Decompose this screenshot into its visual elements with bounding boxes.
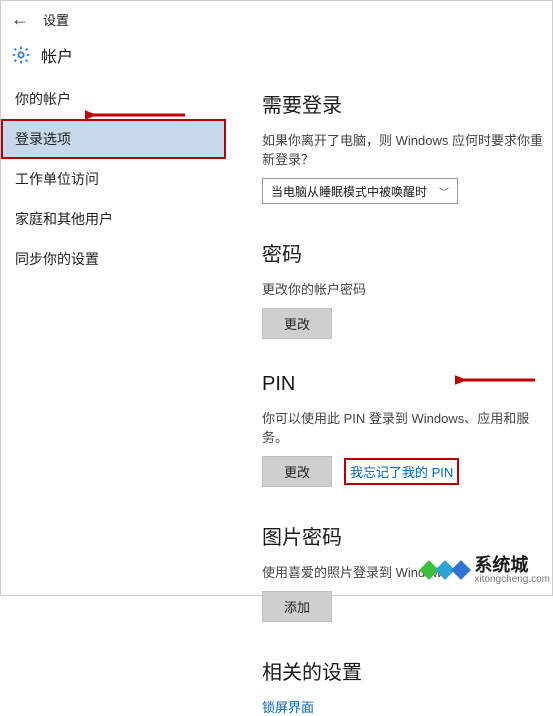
- sidebar-item-signin-options[interactable]: 登录选项: [1, 119, 226, 159]
- dropdown-value: 当电脑从睡眠模式中被唤醒时: [271, 183, 427, 200]
- section-description: 你可以使用此 PIN 登录到 Windows、应用和服务。: [262, 408, 552, 446]
- section-description: 更改你的帐户密码: [262, 279, 552, 298]
- section-heading: 相关的设置: [262, 656, 552, 685]
- section-heading: 图片密码: [262, 521, 552, 550]
- require-signin-dropdown[interactable]: 当电脑从睡眠模式中被唤醒时 ﹀: [262, 178, 458, 204]
- watermark-logo-icon: [422, 563, 468, 577]
- lock-screen-link[interactable]: 锁屏界面: [262, 700, 314, 715]
- section-heading: 需要登录: [262, 89, 552, 118]
- gear-icon: [11, 45, 31, 65]
- forgot-pin-link[interactable]: 我忘记了我的 PIN: [344, 458, 459, 485]
- section-password: 密码 更改你的帐户密码 更改: [262, 238, 552, 339]
- watermark: 系统城 xitongcheng.com: [422, 556, 550, 585]
- change-pin-button[interactable]: 更改: [262, 456, 332, 487]
- sidebar-item-work-access[interactable]: 工作单位访问: [1, 159, 226, 199]
- sidebar-item-your-account[interactable]: 你的帐户: [1, 79, 226, 119]
- chevron-down-icon: ﹀: [439, 184, 449, 199]
- sidebar-item-sync-settings[interactable]: 同步你的设置: [1, 239, 226, 279]
- sidebar: 你的帐户 登录选项 工作单位访问 家庭和其他用户 同步你的设置: [1, 79, 226, 593]
- section-require-signin: 需要登录 如果你离开了电脑，则 Windows 应何时要求你重新登录？ 当电脑从…: [262, 89, 552, 204]
- section-heading: 密码: [262, 238, 552, 267]
- change-password-button[interactable]: 更改: [262, 308, 332, 339]
- section-pin: PIN 你可以使用此 PIN 登录到 Windows、应用和服务。 更改 我忘记…: [262, 373, 552, 487]
- watermark-url: xitongcheng.com: [474, 575, 550, 586]
- sidebar-item-family-users[interactable]: 家庭和其他用户: [1, 199, 226, 239]
- back-icon[interactable]: ←: [11, 9, 29, 30]
- section-heading: PIN: [262, 373, 552, 396]
- content-pane: 需要登录 如果你离开了电脑，则 Windows 应何时要求你重新登录？ 当电脑从…: [226, 79, 552, 593]
- watermark-text: 系统城: [474, 556, 550, 575]
- page-title: 帐户: [41, 43, 73, 67]
- section-description: 如果你离开了电脑，则 Windows 应何时要求你重新登录？: [262, 130, 552, 168]
- topbar-title: 设置: [43, 10, 69, 29]
- section-related: 相关的设置 锁屏界面: [262, 656, 552, 716]
